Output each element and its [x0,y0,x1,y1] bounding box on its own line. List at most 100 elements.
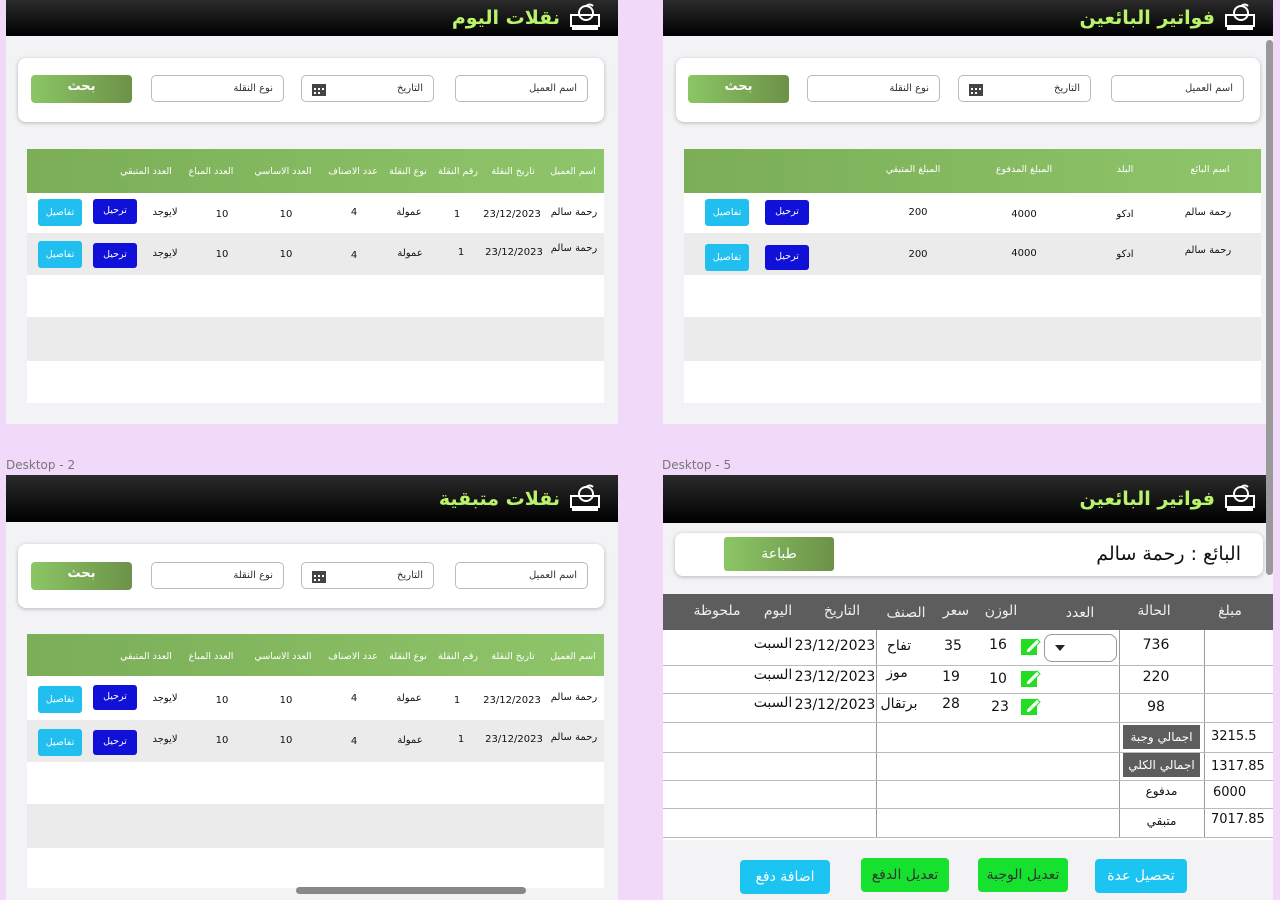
cell-sold: 10 [215,735,229,746]
search-button[interactable]: بحث [688,75,789,103]
cell-day: السبت [753,667,793,683]
cell-date: 23/12/2023 [483,695,541,706]
search-panel: اسم العميل التاريخ نوع النقلة بحث [18,544,604,608]
cell-number: 1 [453,209,461,220]
cell-customer: رحمة سالم [550,207,598,218]
date-input[interactable]: التاريخ [301,562,434,589]
post-button[interactable]: ترحيل [93,730,137,755]
cell-seller: رحمة سالم [1184,245,1232,256]
summary-value: 3215.5 [1211,729,1257,744]
edit-icon[interactable] [1020,636,1042,660]
col-note: ملحوظة [693,603,741,619]
col-type: نوع النقلة [389,166,427,177]
cell-type: عمولة [397,735,423,746]
cell-customer: رحمة سالم [550,243,598,254]
search-button[interactable]: بحث [31,75,132,103]
chevron-down-icon [1055,645,1065,651]
transfer-type-input[interactable]: نوع النقلة [151,75,284,102]
cell-weight: 16 [989,637,1007,653]
cell-type: عمولة [396,207,422,218]
cell-remaining: لايوجد [152,248,178,259]
edit-meal-button[interactable]: تعديل الوجبة [978,858,1068,892]
date-input[interactable]: التاريخ [958,75,1091,102]
post-button[interactable]: ترحيل [765,200,809,225]
details-button[interactable]: تفاصيل [38,241,82,268]
summary-label: اجمالي وجبة [1123,725,1200,749]
cell-price: 28 [942,696,960,712]
truck-logo-icon [1223,484,1259,514]
date-placeholder: التاريخ [397,83,423,94]
count-dropdown[interactable] [1044,634,1117,662]
cell-items: 4 [350,250,358,261]
transfer-type-input[interactable]: نوع النقلة [151,562,284,589]
col-sold: العدد المباع [188,166,234,177]
cell-date: 23/12/2023 [794,697,876,713]
table-row: رحمة سالم 23/12/2023 1 عمولة 4 10 10 لاي… [27,676,604,720]
print-button[interactable]: طباعة [724,537,834,571]
edit-payment-button[interactable]: تعديل الدفع [861,858,949,892]
details-button[interactable]: تفاصيل [38,729,82,756]
col-customer: اسم العميل [550,166,596,177]
table-row [684,275,1261,317]
edit-icon[interactable] [1020,696,1042,720]
col-base: العدد الاساسي [254,651,312,662]
summary-label: اجمالي الكلي [1123,753,1200,777]
table-row [27,804,604,848]
calendar-icon [969,82,983,99]
cell-country: ادكو [1116,249,1134,260]
add-payment-button[interactable]: اضافة دفع [740,860,830,894]
cell-number: 1 [457,247,465,258]
col-weight: الوزن [984,603,1018,619]
cell-date: 23/12/2023 [485,247,543,258]
cell-date: 23/12/2023 [485,734,543,745]
col-type: نوع النقلة [389,651,427,662]
customer-name-input[interactable]: اسم العميل [1111,75,1244,102]
details-button[interactable]: تفاصيل [38,686,82,713]
customer-name-input[interactable]: اسم العميل [455,75,588,102]
grid-line [663,722,1273,723]
details-button[interactable]: تفاصيل [705,244,749,271]
table-header: اسم العميل تاريخ النقلة رقم النقلة نوع ا… [27,634,604,676]
cell-customer: رحمة سالم [550,692,598,703]
summary-value: 7017.85 [1211,812,1265,827]
col-items: عدد الاصناف [328,651,378,662]
col-item: الصنف [886,605,926,621]
post-button[interactable]: ترحيل [765,245,809,270]
cell-type: عمولة [396,693,422,704]
summary-label: متبقي [1146,814,1177,828]
cell-paid: 4000 [1011,209,1037,220]
date-input[interactable]: التاريخ [301,75,434,102]
table-row: رحمة سالم ادكو 4000 200 ترحيل تفاصيل [684,193,1261,233]
post-button[interactable]: ترحيل [93,243,137,268]
horizontal-scrollbar[interactable] [296,887,526,894]
customer-name-input[interactable]: اسم العميل [455,562,588,589]
calendar-icon [312,82,326,99]
search-panel: اسم العميل التاريخ نوع النقلة بحث [676,58,1260,122]
cell-number: 1 [457,734,465,745]
vertical-scrollbar[interactable] [1266,40,1273,575]
transfer-type-input[interactable]: نوع النقلة [807,75,940,102]
table-row: رحمة سالم 23/12/2023 1 عمولة 4 10 10 لاي… [27,233,604,275]
invoices-table: اسم البائع البلد المبلغ المدفوع المبلغ ا… [684,149,1261,403]
col-date: تاريخ النقلة [491,166,535,177]
cell-weight: 23 [991,699,1009,715]
details-button[interactable]: تفاصيل [705,199,749,226]
search-button[interactable]: بحث [31,562,132,590]
edit-icon[interactable] [1020,668,1042,692]
frame-label: Desktop - 5 [662,458,732,472]
frame-header: فواتير البائعين [663,475,1273,523]
details-button[interactable]: تفاصيل [38,199,82,226]
post-button[interactable]: ترحيل [93,685,137,710]
post-button[interactable]: ترحيل [93,199,137,224]
cell-remaining: 200 [908,249,928,260]
table-row: رحمة سالم ادكو 4000 200 ترحيل تفاصيل [684,233,1261,275]
table-row [27,317,604,361]
truck-logo-icon [1223,3,1259,33]
cell-sold: 10 [215,695,229,706]
col-items: عدد الاصناف [328,166,378,177]
col-date: التاريخ [823,603,861,619]
cell-remaining: 200 [908,207,928,218]
col-sold: العدد المباع [188,651,234,662]
invoice-detail-frame: فواتير البائعين البائع : رحمة سالم طباعة… [663,475,1273,900]
collect-crates-button[interactable]: تحصيل عدة [1095,859,1187,893]
